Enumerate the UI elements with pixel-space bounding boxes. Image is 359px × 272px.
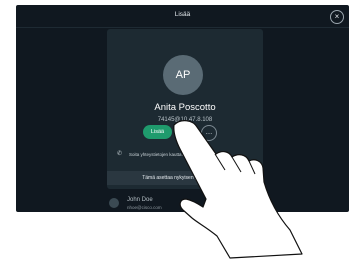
hand-pointer-illustration xyxy=(173,120,303,259)
